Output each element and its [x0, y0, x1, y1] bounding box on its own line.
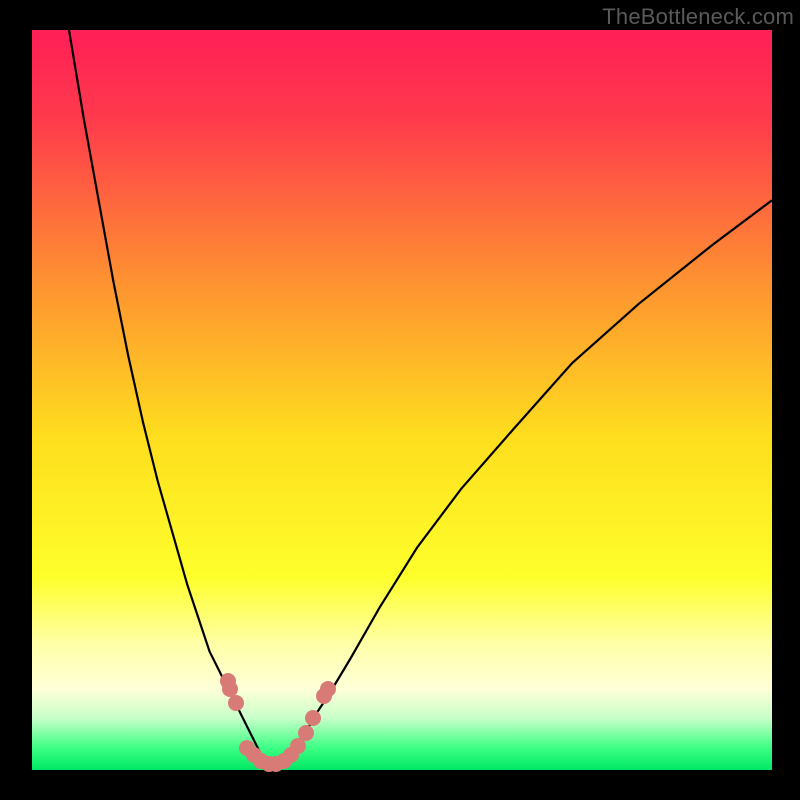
data-point-marker — [222, 681, 238, 697]
plot-area — [32, 30, 772, 770]
data-point-marker — [320, 681, 336, 697]
curve-left-branch — [69, 30, 269, 770]
data-point-marker — [228, 695, 244, 711]
bottleneck-curves — [32, 30, 772, 770]
watermark-text: TheBottleneck.com — [602, 4, 794, 30]
data-point-marker — [298, 725, 314, 741]
curve-right-branch — [276, 200, 772, 770]
data-point-marker — [305, 710, 321, 726]
chart-frame: TheBottleneck.com — [0, 0, 800, 800]
